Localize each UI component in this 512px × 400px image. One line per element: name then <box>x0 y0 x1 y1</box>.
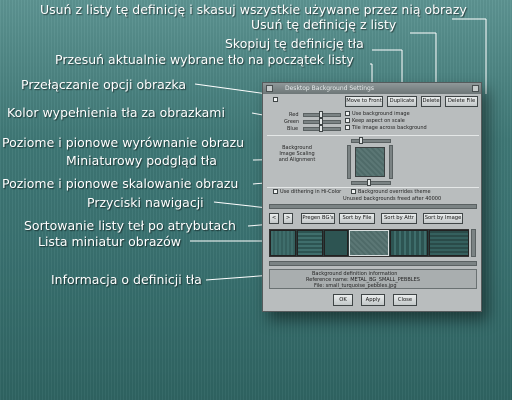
red-slider-knob[interactable] <box>319 111 323 118</box>
red-label: Red <box>289 112 299 118</box>
delete-file-button[interactable]: Delete File <box>445 96 478 107</box>
green-slider-knob[interactable] <box>319 118 323 125</box>
annotation-scale: Poziome i pionowe skalowanie obrazu <box>2 176 239 191</box>
thumbnail-selected[interactable] <box>349 230 389 256</box>
thumbnail[interactable] <box>270 230 296 256</box>
annotation-preview: Miniaturowy podgląd tła <box>66 153 217 168</box>
keep-aspect-label: Keep aspect on scale <box>352 118 405 124</box>
close-button[interactable]: Close <box>393 294 417 306</box>
move-to-front-button[interactable]: Move to Front <box>345 96 383 107</box>
annotation-thumbs: Lista miniatur obrazów <box>38 234 181 249</box>
thumbnail-scrollbar-vertical[interactable] <box>471 229 476 257</box>
horizontal-scale-knob[interactable] <box>367 179 371 186</box>
tile-label: Tile image across background <box>352 125 427 131</box>
unused-text: Unused backgrounds freed after 40000 <box>343 196 442 202</box>
horizontal-scale-slider[interactable] <box>351 181 391 185</box>
horizontal-align-slider[interactable] <box>351 139 391 143</box>
annotation-fill-color: Kolor wypełnienia tła za obrazkami <box>7 105 225 120</box>
thumbnail-list <box>269 229 469 257</box>
duplicate-button[interactable]: Duplicate <box>387 96 417 107</box>
window-titlebar[interactable]: Desktop Background Settings <box>263 83 481 94</box>
vertical-scale-slider[interactable] <box>389 145 393 179</box>
pregen-button[interactable]: Pregen BG's <box>301 213 335 224</box>
sort-by-image-button[interactable]: Sort by Image <box>423 213 463 224</box>
annotation-info: Informacja o definicji tła <box>51 272 202 287</box>
annotation-delete-def: Usuń tę definicję z listy <box>251 17 397 32</box>
background-preview <box>355 147 385 177</box>
annotation-move-front: Przesuń aktualnie wybrane tło na począte… <box>55 52 354 67</box>
annotation-copy-def: Skopiuj tę definicję tła <box>225 36 364 51</box>
blue-label: Blue <box>287 126 299 132</box>
tile-checkbox[interactable] <box>345 125 350 130</box>
green-label: Green <box>284 119 300 125</box>
sort-by-attr-button[interactable]: Sort by Attr <box>381 213 417 224</box>
thumbnail[interactable] <box>390 230 428 256</box>
thumbnail-scrollbar[interactable] <box>269 261 477 266</box>
use-background-label: Use background image <box>352 111 410 117</box>
thumbnail[interactable] <box>324 230 348 256</box>
annotation-toggle-image: Przełączanie opcji obrazka <box>21 77 187 92</box>
next-button[interactable]: > <box>283 213 293 224</box>
apply-button[interactable]: Apply <box>361 294 385 306</box>
window-menu-button[interactable] <box>266 85 273 92</box>
dither-checkbox[interactable] <box>273 189 278 194</box>
annotation-delete-all: Usuń z listy tę definicję i skasuj wszys… <box>40 2 467 17</box>
annotation-nav: Przyciski nawigacji <box>87 195 204 210</box>
vertical-align-slider[interactable] <box>347 145 351 179</box>
sort-by-name-button[interactable]: Sort by File <box>339 213 375 224</box>
override-label: Background overrides theme <box>358 189 431 195</box>
override-checkbox[interactable] <box>351 189 356 194</box>
blue-slider-knob[interactable] <box>319 125 323 132</box>
separator <box>267 187 479 188</box>
preview-caption: Background Image Scaling and Alignment <box>278 145 316 163</box>
background-settings-window: Desktop Background Settings Move to Fron… <box>262 82 482 312</box>
annotation-sort: Sortowanie listy teł po atrybutach <box>24 218 236 233</box>
use-background-checkbox[interactable] <box>345 111 350 116</box>
prev-button[interactable]: < <box>269 213 279 224</box>
delete-button[interactable]: Delete <box>421 96 441 107</box>
definition-info: Background definition information Refere… <box>269 269 477 289</box>
window-close-button[interactable] <box>472 85 479 92</box>
horizontal-align-knob[interactable] <box>359 137 363 144</box>
thumbnail[interactable] <box>429 230 469 256</box>
separator <box>267 135 479 136</box>
annotation-align: Poziome i pionowe wyrównanie obrazu <box>2 135 245 150</box>
image-option-toggle[interactable] <box>273 97 278 102</box>
ok-button[interactable]: OK <box>333 294 353 306</box>
window-title: Desktop Background Settings <box>285 85 374 92</box>
dither-label: Use dithering in Hi-Color <box>280 189 342 195</box>
keep-aspect-checkbox[interactable] <box>345 118 350 123</box>
list-scrollbar[interactable] <box>269 204 477 209</box>
info-file: File: small_turquoise_pebbles.jpg <box>314 283 397 289</box>
thumbnail[interactable] <box>297 230 323 256</box>
